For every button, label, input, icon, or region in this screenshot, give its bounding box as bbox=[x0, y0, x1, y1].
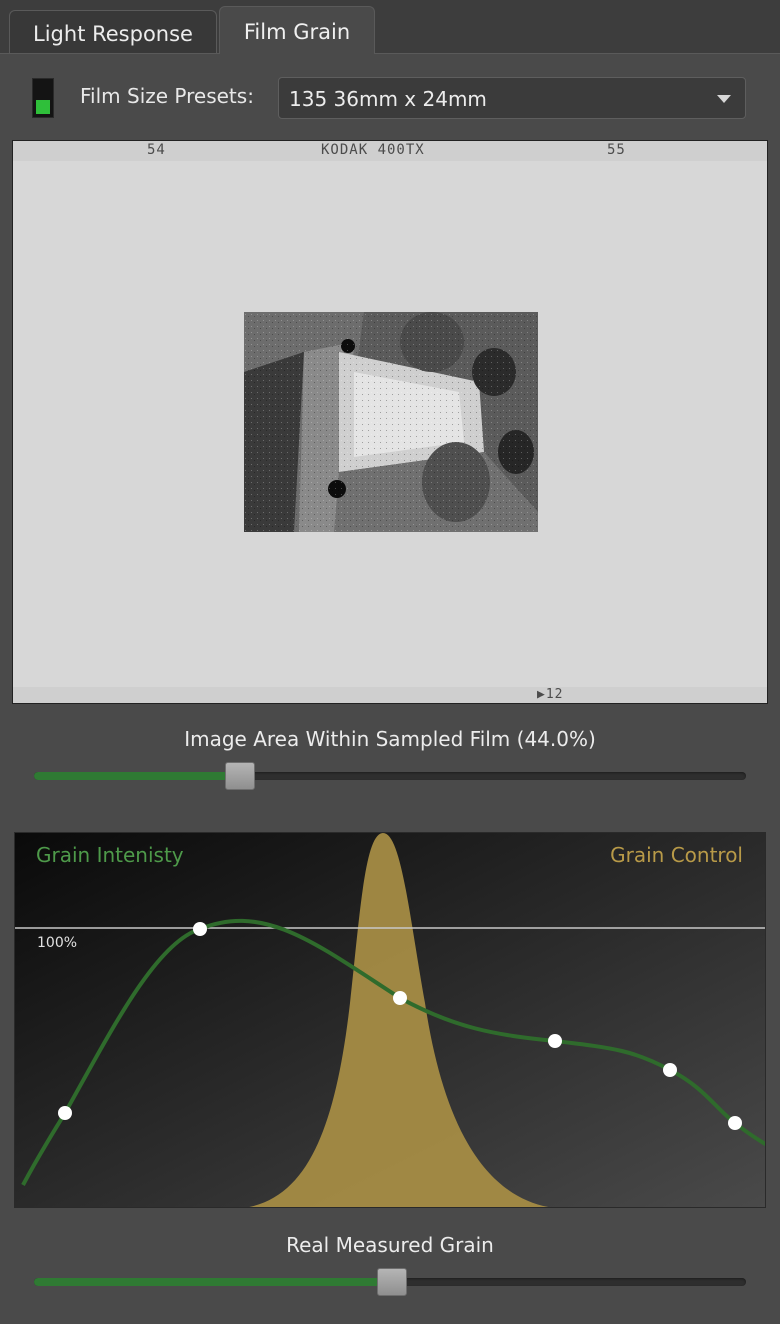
curve-point bbox=[393, 991, 407, 1005]
image-area-slider[interactable] bbox=[34, 772, 746, 780]
grain-curve-graph[interactable]: Grain Intenisty Grain Control 100% bbox=[14, 832, 766, 1208]
curve-point bbox=[193, 922, 207, 936]
tab-bar: Light Response Film Grain bbox=[0, 0, 780, 54]
sampled-image-area bbox=[244, 312, 538, 532]
image-area-slider-thumb[interactable] bbox=[225, 762, 256, 790]
film-bottom-marker: ▶12 bbox=[537, 687, 564, 702]
film-size-preset-value: 135 36mm x 24mm bbox=[289, 87, 487, 111]
tab-divider bbox=[0, 53, 780, 54]
curve-point bbox=[728, 1116, 742, 1130]
level-meter-icon bbox=[32, 78, 54, 118]
grain-intensity-label: Grain Intenisty bbox=[36, 843, 184, 867]
film-brand-marking: KODAK 400TX bbox=[321, 142, 425, 158]
tab-light-response[interactable]: Light Response bbox=[9, 10, 217, 54]
measured-grain-slider-label: Real Measured Grain bbox=[286, 1233, 494, 1257]
tab-film-grain[interactable]: Film Grain bbox=[219, 6, 375, 54]
film-frame-number-left: 54 bbox=[147, 142, 166, 158]
measured-grain-slider-thumb[interactable] bbox=[377, 1268, 408, 1296]
reference-100-label: 100% bbox=[37, 935, 78, 951]
grain-control-label: Grain Control bbox=[610, 843, 743, 867]
film-size-presets-label: Film Size Presets: bbox=[80, 84, 254, 108]
film-frame-number-right: 55 bbox=[607, 142, 626, 158]
film-sample-preview: 54 KODAK 400TX 55 ▶12 bbox=[12, 140, 768, 704]
curve-point bbox=[548, 1034, 562, 1048]
curve-point bbox=[663, 1063, 677, 1077]
curve-point bbox=[58, 1106, 72, 1120]
film-size-preset-select[interactable]: 135 36mm x 24mm bbox=[278, 77, 746, 119]
image-area-slider-label: Image Area Within Sampled Film (44.0%) bbox=[184, 727, 596, 751]
chevron-down-icon bbox=[717, 95, 731, 103]
